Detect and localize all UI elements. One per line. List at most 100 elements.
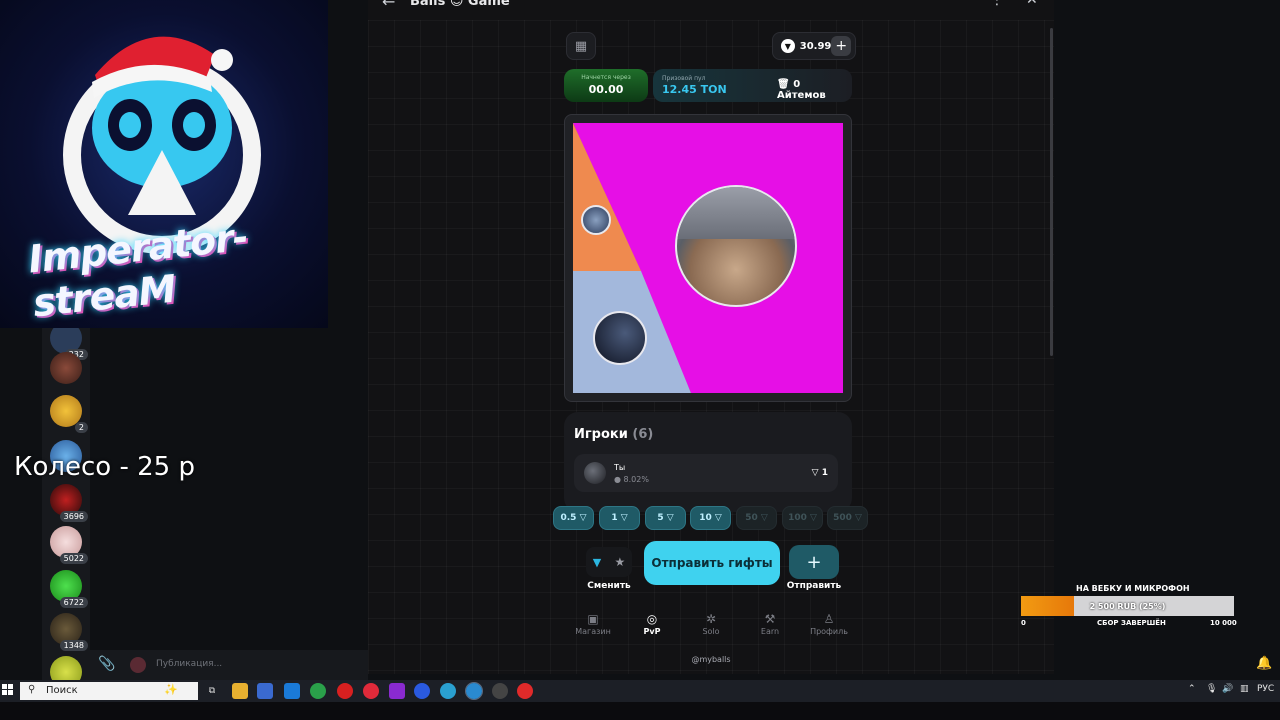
volume-icon[interactable]: 🔊: [1222, 684, 1233, 694]
more-vertical-icon[interactable]: ⋮: [990, 0, 1004, 8]
items-count: 🗑 0 Айтемов: [777, 79, 826, 101]
player-avatar-medium: [593, 311, 647, 365]
send-button[interactable]: +: [789, 545, 839, 579]
network-icon[interactable]: ▥: [1240, 684, 1249, 694]
bet-chip[interactable]: 50 ▽: [736, 506, 777, 530]
gift-icon: 🗑: [777, 79, 790, 90]
avatar: [584, 462, 606, 484]
bet-chip[interactable]: 1 ▽: [599, 506, 640, 530]
desktop: 232 2 3696 5022 6722 1348 📎 Публикация..…: [0, 0, 1280, 680]
chrome-icon[interactable]: [310, 683, 326, 699]
plus-icon: +: [806, 551, 822, 573]
player-row[interactable]: Ты ● 8.02% ▽ 1: [574, 454, 838, 492]
taskbar-search[interactable]: ⚲ Поиск ✨: [20, 682, 198, 700]
swap-label: Сменить: [587, 581, 631, 591]
outlook-icon[interactable]: [284, 683, 300, 699]
yandex-icon[interactable]: [337, 683, 353, 699]
goal-max: 10 000: [1210, 619, 1237, 627]
game-board-canvas: [573, 123, 843, 393]
bet-chip[interactable]: 0.5 ▽: [553, 506, 594, 530]
chevron-up-icon[interactable]: ⌃: [1188, 684, 1196, 694]
chat-avatar[interactable]: 1348: [50, 613, 88, 651]
countdown-label: Начнется через: [581, 74, 631, 81]
prize-pool-label: Призовой пул: [662, 75, 706, 82]
bell-icon[interactable]: 🔔: [1256, 656, 1272, 671]
goal-status: СБОР ЗАВЕРШЁН: [1097, 619, 1166, 627]
currency-toggle[interactable]: ▼ ★: [586, 547, 632, 577]
unread-badge: 2: [74, 422, 88, 433]
windows-start-button[interactable]: [2, 684, 14, 696]
chat-avatar[interactable]: [50, 656, 82, 680]
nav-profile[interactable]: ♙ Профиль: [801, 612, 857, 636]
earn-icon: ⚒: [764, 612, 776, 626]
send-gifts-button[interactable]: Отправить гифты: [644, 541, 780, 585]
unread-badge: 3696: [59, 511, 88, 522]
file-explorer-icon[interactable]: [232, 683, 248, 699]
profile-icon: ♙: [823, 612, 835, 626]
obs-icon[interactable]: [492, 683, 508, 699]
prize-pool-card: Призовой пул 12.45 TON 🗑 0 Айтемов: [653, 69, 852, 102]
nav-earn[interactable]: ⚒ Earn: [742, 612, 798, 636]
bot-handle[interactable]: @myballs: [668, 655, 754, 664]
send-label: Отправить: [786, 581, 842, 591]
window-header: ← Balls 😊 Game ⋮ ✕: [368, 0, 1054, 14]
calendar-button[interactable]: ▦: [566, 32, 596, 60]
bet-chip[interactable]: 5 ▽: [645, 506, 686, 530]
app-icon[interactable]: [389, 683, 405, 699]
prize-pool-value: 12.45 TON: [662, 83, 727, 96]
chat-list-sidebar: 232 2 3696 5022 6722 1348: [42, 320, 90, 680]
chat-avatar[interactable]: 5022: [50, 526, 88, 564]
star-icon[interactable]: ★: [615, 555, 626, 569]
player-chance: ● 8.02%: [614, 475, 649, 484]
opera-icon[interactable]: [363, 683, 379, 699]
player-name: Ты: [614, 463, 626, 472]
countdown-value: 00.00: [588, 83, 624, 96]
chat-avatar[interactable]: 3696: [50, 484, 88, 522]
unread-badge: 1348: [59, 640, 88, 651]
balance-value: 30.99: [799, 40, 832, 52]
message-input[interactable]: Публикация...: [156, 659, 222, 669]
attach-icon[interactable]: 📎: [98, 656, 115, 672]
app-icon[interactable]: [414, 683, 430, 699]
calendar-icon: ▦: [574, 38, 588, 54]
nav-solo[interactable]: ✲ Solo: [683, 612, 739, 636]
chat-avatar[interactable]: 2: [50, 395, 88, 433]
solo-icon: ✲: [705, 612, 717, 626]
mini-app-window: ← Balls 😊 Game ⋮ ✕ ▦ ▼ 30.99 + Начнется …: [368, 0, 1054, 674]
arrow-left-icon[interactable]: ←: [382, 0, 395, 11]
store-icon[interactable]: [257, 683, 273, 699]
chat-avatar[interactable]: 6722: [50, 570, 88, 608]
sparkle-icon: ✨: [164, 683, 178, 696]
pvp-icon: ◎: [646, 612, 658, 626]
language-indicator[interactable]: РУС: [1257, 684, 1274, 694]
player-avatar-small: [581, 205, 611, 235]
chat-avatar[interactable]: [50, 352, 82, 384]
task-view-icon[interactable]: ⧉: [204, 683, 220, 699]
nav-shop[interactable]: ▣ Магазин: [565, 612, 621, 636]
search-input[interactable]: Поиск: [46, 685, 78, 696]
ton-icon[interactable]: ▼: [593, 556, 601, 569]
bottom-strip: [0, 702, 1280, 720]
unread-badge: 6722: [59, 597, 88, 608]
nav-pvp[interactable]: ◎ PvP: [624, 612, 680, 636]
shop-icon: ▣: [587, 612, 599, 626]
close-icon[interactable]: ✕: [1026, 0, 1038, 8]
telegram-icon[interactable]: [465, 682, 483, 700]
ton-icon: ▼: [781, 39, 795, 53]
yandex-browser-icon[interactable]: [517, 683, 533, 699]
top-up-button[interactable]: +: [831, 36, 851, 56]
player-bet: ▽ 1: [811, 468, 828, 478]
search-icon: ⚲: [28, 684, 36, 695]
goal-progress-text: 2 500 RUB (25%): [1089, 601, 1166, 611]
player-avatar-large: [675, 185, 797, 307]
app-icon[interactable]: [440, 683, 456, 699]
scrollbar[interactable]: [1050, 28, 1053, 356]
players-panel: Игроки (6) Ты ● 8.02% ▽ 1: [564, 412, 852, 512]
microphone-icon[interactable]: 🎙: [1206, 684, 1217, 694]
goal-min: 0: [1021, 619, 1026, 627]
bet-chip[interactable]: 500 ▽: [827, 506, 868, 530]
game-board: [564, 114, 852, 402]
players-title: Игроки (6): [574, 427, 654, 442]
bet-chip[interactable]: 10 ▽: [690, 506, 731, 530]
bet-chip[interactable]: 100 ▽: [782, 506, 823, 530]
